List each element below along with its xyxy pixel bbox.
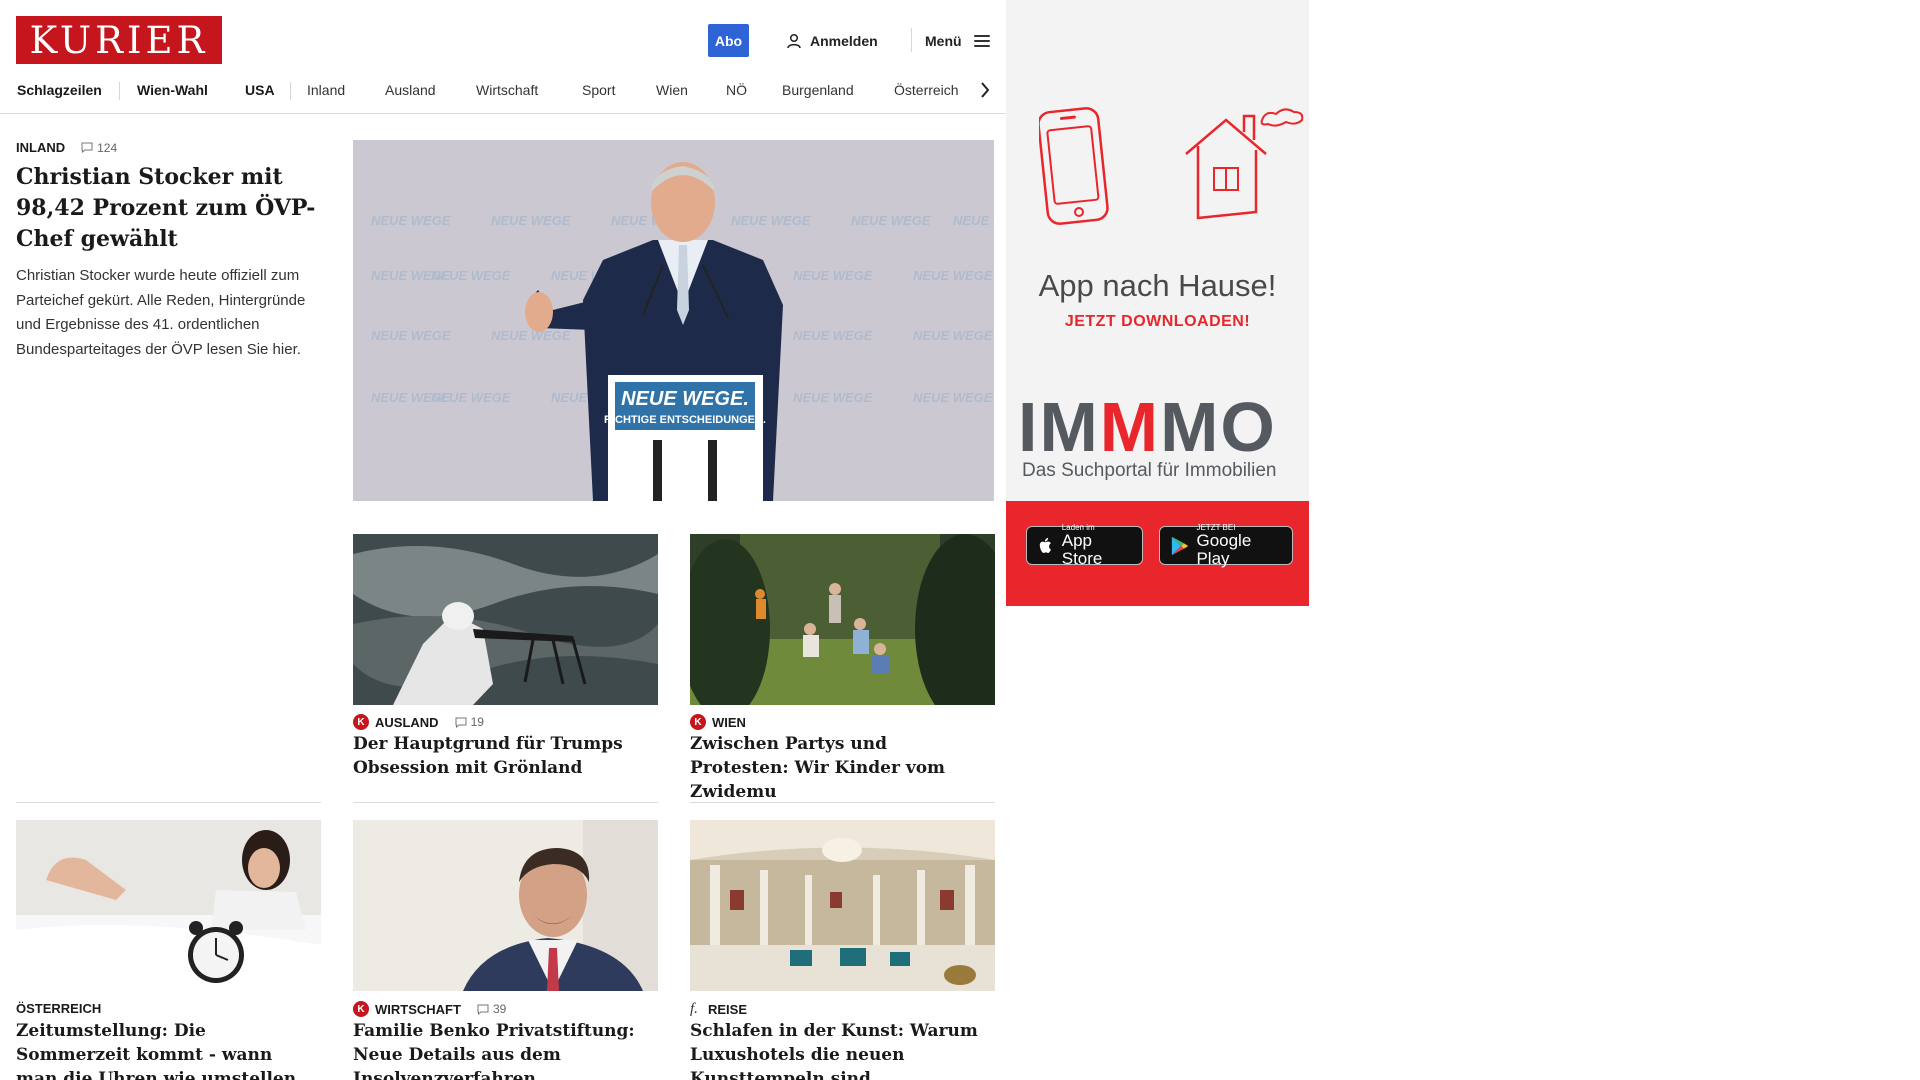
hotel-hall-photo — [690, 820, 995, 991]
nav-item-schlagzeilen[interactable]: Schlagzeilen — [17, 82, 102, 98]
park-photo — [690, 534, 995, 705]
ad-store-area: Laden im App Store JETZT BEI Google Play — [1006, 501, 1309, 606]
comment-count[interactable]: 124 — [81, 141, 117, 155]
chevron-right-icon[interactable] — [975, 79, 995, 101]
article-image[interactable] — [690, 534, 995, 705]
svg-text:NEUE WEGE: NEUE WEGE — [491, 328, 571, 343]
abo-button[interactable]: Abo — [708, 24, 749, 57]
comment-icon — [81, 142, 93, 153]
ad-headline: App nach Hause! — [1038, 268, 1277, 303]
svg-text:NEUE WEGE: NEUE WEGE — [431, 390, 511, 405]
nav-item-inland[interactable]: Inland — [307, 82, 345, 98]
article-headline[interactable]: Familie Benko Privatstiftung: Neue Detai… — [353, 1019, 653, 1080]
nav-item-noe[interactable]: NÖ — [726, 82, 747, 98]
article-headline[interactable]: Zeitumstellung: Die Sommerzeit kommt - w… — [16, 1019, 316, 1080]
svg-text:NEUE WEGE: NEUE WEGE — [491, 213, 571, 228]
article-kicker[interactable]: K WIEN — [690, 714, 746, 730]
comment-icon — [477, 1004, 489, 1015]
nav-item-burgenland[interactable]: Burgenland — [782, 82, 854, 98]
google-play-button[interactable]: JETZT BEI Google Play — [1159, 523, 1293, 568]
user-icon — [787, 33, 801, 49]
svg-text:NEUE WEGE: NEUE WEGE — [731, 213, 811, 228]
nav-divider — [290, 82, 291, 100]
comment-count[interactable]: 19 — [455, 715, 484, 729]
comment-icon — [455, 717, 467, 728]
article-image[interactable] — [16, 820, 321, 991]
app-store-button[interactable]: Laden im App Store — [1026, 523, 1143, 568]
nav-item-wirtschaft[interactable]: Wirtschaft — [476, 82, 538, 98]
google-play-icon — [1171, 536, 1188, 555]
article-kicker[interactable]: f. REISE — [690, 1001, 747, 1018]
nav-divider — [119, 82, 120, 100]
article-kicker[interactable]: ÖSTERREICH — [16, 1001, 101, 1016]
immmo-tagline: Das Suchportal für Immobilien — [1022, 460, 1277, 481]
kurier-plus-icon: K — [353, 1001, 369, 1017]
apple-icon — [1039, 537, 1051, 553]
svg-text:NEUE WEGE: NEUE WEGE — [793, 268, 873, 283]
svg-text:NEUE WEGE: NEUE WEGE — [851, 213, 931, 228]
svg-text:NEUE WEGE: NEUE WEGE — [371, 328, 451, 343]
lead-image[interactable]: NEUE WEGE NEUE WEGE NEUE WEGE NEUE WEGE NE… — [353, 140, 994, 501]
lead-headline[interactable]: Christian Stocker mit 98,42 Prozent zum … — [16, 162, 316, 255]
svg-text:NEUE WEGE: NEUE WEGE — [913, 268, 993, 283]
house-icon — [1185, 108, 1304, 220]
menu-button[interactable]: Menü — [925, 30, 990, 52]
article-headline[interactable]: Der Hauptgrund für Trumps Obsession mit … — [353, 732, 653, 780]
lead-teaser: Christian Stocker wurde heute offiziell … — [16, 267, 306, 358]
svg-text:RICHTIGE ENTSCHEIDUNGEN.: RICHTIGE ENTSCHEIDUNGEN. — [604, 414, 766, 426]
news-site: KURIER Abo Anmelden Menü Schlagzeilen Wi… — [0, 0, 1006, 1080]
nav-item-usa[interactable]: USA — [245, 82, 275, 98]
article-image[interactable] — [690, 820, 995, 991]
ad-subheadline: JETZT DOWNLOADEN! — [1064, 313, 1251, 330]
svg-text:NEUE WEGE.: NEUE WEGE. — [621, 388, 749, 410]
soldier-photo — [353, 534, 658, 705]
header-divider — [911, 28, 912, 52]
divider — [690, 802, 995, 803]
svg-text:NEUE WEGE: NEUE WEGE — [793, 390, 873, 405]
comment-count[interactable]: 39 — [477, 1002, 506, 1016]
divider — [353, 802, 658, 803]
svg-text:NEUE WEGE: NEUE WEGE — [913, 328, 993, 343]
svg-text:NEUE WEGE: NEUE WEGE — [913, 390, 993, 405]
login-button[interactable]: Anmelden — [786, 30, 878, 52]
nav-item-ausland[interactable]: Ausland — [385, 82, 436, 98]
divider — [16, 802, 321, 803]
nav-item-wien[interactable]: Wien — [656, 82, 688, 98]
freizeit-icon: f. — [690, 1001, 698, 1017]
article-headline[interactable]: Zwischen Partys und Protesten: Wir Kinde… — [690, 732, 990, 804]
article-image[interactable] — [353, 820, 658, 991]
kurier-logo[interactable]: KURIER — [16, 16, 222, 64]
kurier-plus-icon: K — [690, 714, 706, 730]
hamburger-icon — [973, 35, 990, 47]
kurier-plus-icon: K — [353, 714, 369, 730]
svg-text:NEUE WEGE: NEUE WEGE — [793, 328, 873, 343]
article-image[interactable] — [353, 534, 658, 705]
nav-item-oesterreich[interactable]: Österreich — [894, 82, 959, 98]
svg-text:NEUE WEGE: NEUE WEGE — [431, 268, 511, 283]
lead-image-photo: NEUE WEGE NEUE WEGE NEUE WEGE NEUE WEGE NE… — [353, 140, 994, 501]
nav-item-wien-wahl[interactable]: Wien-Wahl — [137, 82, 208, 98]
article-kicker[interactable]: K WIRTSCHAFT 39 — [353, 1001, 506, 1017]
article-kicker[interactable]: K AUSLAND 19 — [353, 714, 484, 730]
immmo-logo: IMMMO — [1018, 388, 1277, 466]
alarm-clock-photo — [16, 820, 321, 991]
portrait-photo — [353, 820, 658, 991]
article-headline[interactable]: Schlafen in der Kunst: Warum Luxushotels… — [690, 1019, 990, 1080]
article-kicker[interactable]: INLAND 124 — [16, 140, 117, 155]
svg-text:NEUE WEGE: NEUE WEGE — [953, 213, 994, 228]
smartphone-icon — [1039, 107, 1109, 225]
svg-text:NEUE WEGE: NEUE WEGE — [371, 213, 451, 228]
nav-item-sport[interactable]: Sport — [582, 82, 615, 98]
section-nav: Schlagzeilen Wien-Wahl USA Inland Auslan… — [0, 76, 1006, 114]
immmo-advertisement[interactable]: App nach Hause! JETZT DOWNLOADEN! IMMMO … — [1006, 0, 1309, 606]
